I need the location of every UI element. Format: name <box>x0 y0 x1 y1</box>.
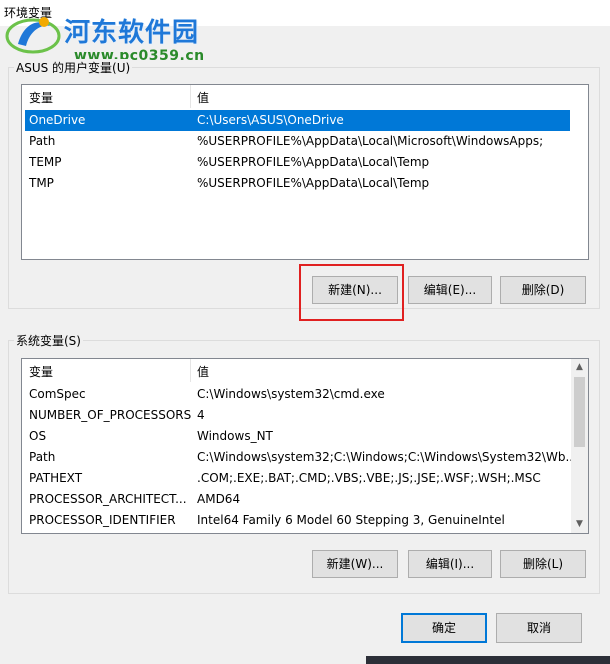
var-value: C:\Windows\system32;C:\Windows;C:\Window… <box>197 450 577 464</box>
system-vars-label: 系统变量(S) <box>14 332 83 349</box>
red-highlight-box <box>299 264 404 321</box>
var-value: Windows_NT <box>197 429 273 443</box>
var-name: PATHEXT <box>29 471 83 485</box>
system-var-row-processor-architecture[interactable]: PROCESSOR_ARCHITECT... AMD64 <box>25 489 570 510</box>
var-name: Path <box>29 134 56 148</box>
watermark-logo <box>5 17 61 54</box>
scrollbar-thumb[interactable] <box>574 377 585 447</box>
system-vars-scrollbar[interactable]: ▲ ▼ <box>571 359 588 533</box>
background-strip <box>366 656 610 664</box>
system-var-row-pathext[interactable]: PATHEXT .COM;.EXE;.BAT;.CMD;.VBS;.VBE;.J… <box>25 468 570 489</box>
column-header-variable[interactable]: 变量 <box>29 363 53 380</box>
user-vars-label: ASUS 的用户变量(U) <box>14 59 133 76</box>
user-var-row-tmp[interactable]: TMP %USERPROFILE%\AppData\Local\Temp <box>25 173 570 194</box>
var-name: PROCESSOR_ARCHITECT... <box>29 492 187 506</box>
column-divider[interactable] <box>190 359 191 382</box>
user-vars-list[interactable]: 变量 值 OneDrive C:\Users\ASUS\OneDrive Pat… <box>21 84 589 260</box>
var-value: C:\Users\ASUS\OneDrive <box>197 113 344 127</box>
var-value: %USERPROFILE%\AppData\Local\Temp <box>197 176 430 190</box>
var-name: ComSpec <box>29 387 86 401</box>
var-value: .COM;.EXE;.BAT;.CMD;.VBS;.VBE;.JS;.JSE;.… <box>197 471 541 485</box>
user-var-row-path[interactable]: Path %USERPROFILE%\AppData\Local\Microso… <box>25 131 570 152</box>
var-value: 4 <box>197 408 205 422</box>
user-var-row-onedrive[interactable]: OneDrive C:\Users\ASUS\OneDrive <box>25 110 570 131</box>
var-name: OneDrive <box>29 113 86 127</box>
system-edit-button[interactable]: 编辑(I)... <box>408 550 492 578</box>
system-vars-list[interactable]: 变量 值 ComSpec C:\Windows\system32\cmd.exe… <box>21 358 589 534</box>
var-name: Path <box>29 450 56 464</box>
var-value: Intel64 Family 6 Model 60 Stepping 3, Ge… <box>197 513 505 527</box>
user-delete-button[interactable]: 删除(D) <box>500 276 586 304</box>
scroll-down-icon[interactable]: ▼ <box>571 516 588 533</box>
var-name: TEMP <box>29 155 62 169</box>
system-new-button[interactable]: 新建(W)... <box>312 550 398 578</box>
system-var-row-comspec[interactable]: ComSpec C:\Windows\system32\cmd.exe <box>25 384 570 405</box>
var-value: AMD64 <box>197 492 241 506</box>
var-value: %USERPROFILE%\AppData\Local\Microsoft\Wi… <box>197 134 544 148</box>
var-name: OS <box>29 429 47 443</box>
var-name: TMP <box>29 176 54 190</box>
system-var-row-os[interactable]: OS Windows_NT <box>25 426 570 447</box>
system-var-row-number-of-processors[interactable]: NUMBER_OF_PROCESSORS 4 <box>25 405 570 426</box>
column-header-variable[interactable]: 变量 <box>29 89 53 106</box>
column-divider[interactable] <box>190 85 191 108</box>
ok-button[interactable]: 确定 <box>401 613 487 643</box>
user-edit-button[interactable]: 编辑(E)... <box>408 276 492 304</box>
system-delete-button[interactable]: 删除(L) <box>500 550 586 578</box>
watermark-name: 河东软件园 <box>64 18 200 48</box>
scroll-up-icon[interactable]: ▲ <box>571 359 588 376</box>
cancel-button[interactable]: 取消 <box>496 613 582 643</box>
var-value: C:\Windows\system32\cmd.exe <box>197 387 385 401</box>
var-name: PROCESSOR_IDENTIFIER <box>29 513 176 527</box>
user-var-row-temp[interactable]: TEMP %USERPROFILE%\AppData\Local\Temp <box>25 152 570 173</box>
list-header: 变量 值 <box>22 85 588 108</box>
list-header: 变量 值 <box>22 359 588 382</box>
system-var-row-path[interactable]: Path C:\Windows\system32;C:\Windows;C:\W… <box>25 447 577 468</box>
system-var-row-processor-identifier[interactable]: PROCESSOR_IDENTIFIER Intel64 Family 6 Mo… <box>25 510 570 531</box>
var-value: %USERPROFILE%\AppData\Local\Temp <box>197 155 430 169</box>
column-header-value[interactable]: 值 <box>197 89 209 106</box>
column-header-value[interactable]: 值 <box>197 363 209 380</box>
var-name: NUMBER_OF_PROCESSORS <box>29 408 192 422</box>
